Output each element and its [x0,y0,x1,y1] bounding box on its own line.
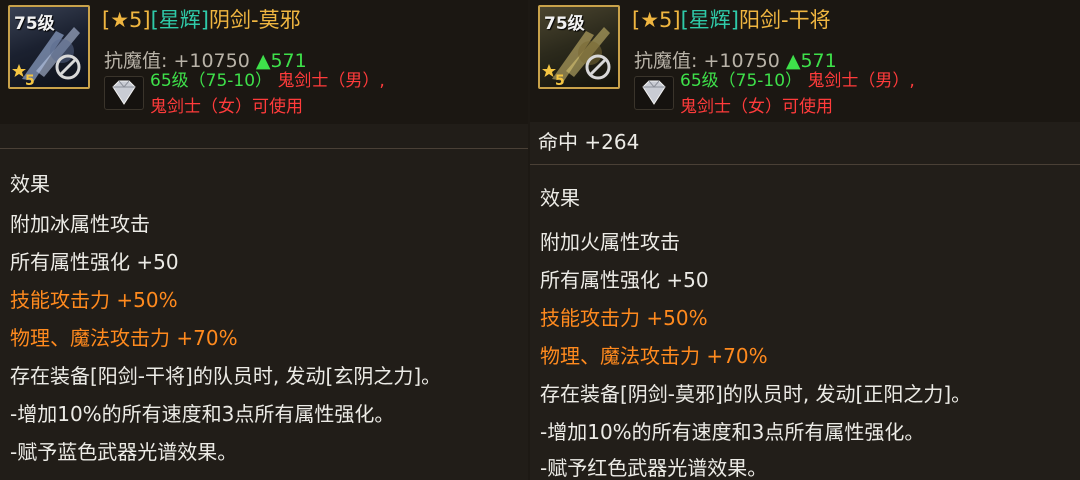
effect-line: -增加10%的所有速度和3点所有属性强化。 [540,420,925,444]
star-rank-icon: 5 [12,64,35,87]
diamond-gem-icon [634,76,674,110]
item-tooltip-left: 75级 5 [★5][星辉]阴剑-莫邪 抗魔值: +10750 ▲571 65级… [0,0,528,480]
item-level-tag: 75级 [14,14,55,34]
item-icon: 75级 5 [538,5,620,89]
divider [530,164,1080,165]
tooltip-header: 75级 5 [★5][星辉]阳剑-干将 抗魔值: +10750 ▲571 65级… [530,0,1080,122]
star-rank-icon: 5 [542,64,565,87]
effect-line: 存在装备[阳剑-干将]的队员时, 发动[玄阴之力]。 [10,364,442,388]
hit-stat: 命中 +264 [538,130,640,154]
ban-icon [55,54,81,80]
requirement-line-2: 鬼剑士（女）可使用 [680,97,833,117]
divider [0,148,528,149]
item-icon: 75级 5 [8,5,90,89]
item-name: [★5][星辉]阳剑-干将 [632,8,831,32]
diamond-gem-icon [104,76,144,110]
effect-line: -增加10%的所有速度和3点所有属性强化。 [10,402,395,426]
requirement-line-2: 鬼剑士（女）可使用 [150,97,303,117]
item-name: [★5][星辉]阴剑-莫邪 [102,8,301,32]
effect-line: 物理、魔法攻击力 +70% [10,326,238,350]
effect-line: -赋予蓝色武器光谱效果。 [10,440,238,464]
svg-text:5: 5 [25,73,35,87]
effect-line: 存在装备[阴剑-莫邪]的队员时, 发动[正阳之力]。 [540,382,972,406]
effect-line: 所有属性强化 +50 [540,268,709,292]
effects-title: 效果 [10,172,50,196]
effects-title: 效果 [540,186,580,210]
effect-line: 所有属性强化 +50 [10,250,179,274]
effect-line: 技能攻击力 +50% [540,306,708,330]
item-level-tag: 75级 [544,14,585,34]
effect-line: 物理、魔法攻击力 +70% [540,344,768,368]
effect-line: -赋予红色武器光谱效果。 [540,456,768,480]
item-tooltip-right: 75级 5 [★5][星辉]阳剑-干将 抗魔值: +10750 ▲571 65级… [530,0,1080,480]
effect-line: 附加火属性攻击 [540,230,680,254]
requirement-line-1: 65级（75-10） 鬼剑士（男）, [150,71,385,91]
svg-text:5: 5 [555,73,565,87]
effect-line: 附加冰属性攻击 [10,212,150,236]
ban-icon [585,54,611,80]
tooltip-header: 75级 5 [★5][星辉]阴剑-莫邪 抗魔值: +10750 ▲571 65级… [0,0,528,124]
requirement-line-1: 65级（75-10） 鬼剑士（男）, [680,71,915,91]
effect-line: 技能攻击力 +50% [10,288,178,312]
